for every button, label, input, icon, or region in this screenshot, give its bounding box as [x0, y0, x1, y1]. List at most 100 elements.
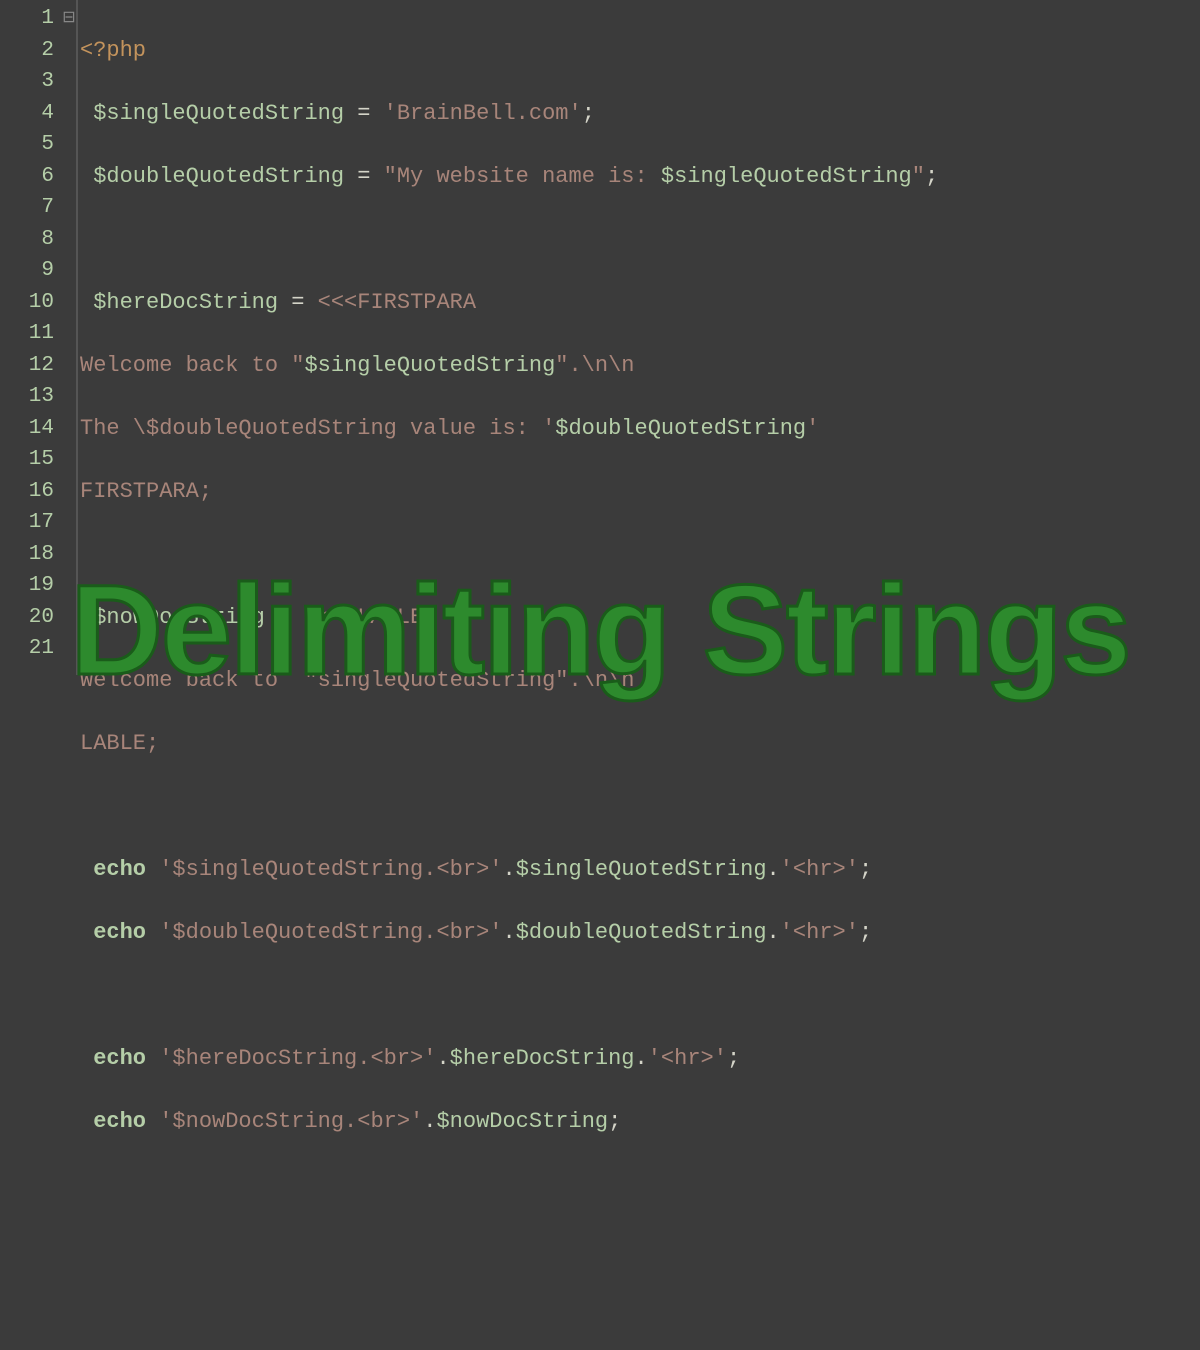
string-literal: '<hr>': [648, 1046, 727, 1071]
string-literal: '$singleQuotedString.<br>': [159, 857, 502, 882]
code-line: $doubleQuotedString = "My website name i…: [80, 161, 1200, 193]
code-line: [80, 224, 1200, 256]
variable: $singleQuotedString: [516, 857, 767, 882]
code-line: [80, 1295, 1200, 1327]
concat-operator: .: [423, 1109, 436, 1134]
heredoc-text: ".\n\n: [555, 353, 634, 378]
code-line: <?php: [80, 35, 1200, 67]
code-line: Welcome back to "$singleQuotedString".\n…: [80, 350, 1200, 382]
concat-operator: .: [502, 857, 515, 882]
line-number: 21: [0, 633, 54, 665]
space: [146, 1109, 159, 1134]
code-line: $singleQuotedString = 'BrainBell.com';: [80, 98, 1200, 130]
variable: $nowDocString: [93, 605, 265, 630]
operator: =: [344, 164, 384, 189]
space: [146, 1046, 159, 1071]
code-line: echo '$nowDocString.<br>'.$nowDocString;: [80, 1106, 1200, 1138]
line-number: 3: [0, 66, 54, 98]
string-literal: 'BrainBell.com': [384, 101, 582, 126]
variable: $doubleQuotedString: [516, 920, 767, 945]
code-area[interactable]: <?php $singleQuotedString = 'BrainBell.c…: [78, 0, 1200, 675]
line-number: 1: [0, 3, 54, 35]
fold-marker[interactable]: ⊟: [62, 3, 76, 35]
line-number: 10: [0, 287, 54, 319]
concat-operator: .: [767, 857, 780, 882]
php-open-tag: <?php: [80, 38, 146, 63]
code-line: echo '$hereDocString.<br>'.$hereDocStrin…: [80, 1043, 1200, 1075]
line-number: 12: [0, 350, 54, 382]
variable: $hereDocString: [93, 290, 278, 315]
string-literal: '$doubleQuotedString.<br>': [159, 920, 502, 945]
concat-operator: .: [767, 920, 780, 945]
heredoc-text: The \$doubleQuotedString value is: ': [80, 416, 555, 441]
code-line: Welcome back to "singleQuotedString".\n\…: [80, 665, 1200, 697]
operator: =: [344, 101, 384, 126]
code-line: $nowDocString = <<<'LABLE': [80, 602, 1200, 634]
code-line: LABLE;: [80, 728, 1200, 760]
keyword-echo: echo: [93, 1046, 146, 1071]
semicolon: ;: [582, 101, 595, 126]
line-number: 8: [0, 224, 54, 256]
variable: $hereDocString: [450, 1046, 635, 1071]
code-line: [80, 980, 1200, 1012]
string-literal: '$hereDocString.<br>': [159, 1046, 436, 1071]
code-line: $hereDocString = <<<FIRSTPARA: [80, 287, 1200, 319]
string-literal: ": [912, 164, 925, 189]
code-line: echo '$doubleQuotedString.<br>'.$doubleQ…: [80, 917, 1200, 949]
string-interpolation: $singleQuotedString: [661, 164, 912, 189]
heredoc-text: Welcome back to ": [80, 353, 304, 378]
line-number-gutter: 123456789101112131415161718192021: [0, 0, 62, 675]
variable: $singleQuotedString: [93, 101, 344, 126]
concat-operator: .: [635, 1046, 648, 1071]
semicolon: ;: [925, 164, 938, 189]
string-interpolation: $doubleQuotedString: [555, 416, 806, 441]
code-line: [80, 539, 1200, 571]
line-number: 17: [0, 507, 54, 539]
line-number: 19: [0, 570, 54, 602]
line-number: 9: [0, 255, 54, 287]
line-number: 7: [0, 192, 54, 224]
heredoc-end: FIRSTPARA;: [80, 479, 212, 504]
code-line: FIRSTPARA;: [80, 476, 1200, 508]
nowdoc-end: LABLE;: [80, 731, 159, 756]
semicolon: ;: [859, 857, 872, 882]
keyword-echo: echo: [93, 857, 146, 882]
variable: $nowDocString: [436, 1109, 608, 1134]
string-literal: "My website name is:: [384, 164, 661, 189]
variable: $doubleQuotedString: [93, 164, 344, 189]
semicolon: ;: [727, 1046, 740, 1071]
fold-column: ⊟: [62, 0, 76, 675]
heredoc-open: <<<FIRSTPARA: [318, 290, 476, 315]
code-editor: 123456789101112131415161718192021 ⊟ <?ph…: [0, 0, 1200, 675]
heredoc-text: ': [806, 416, 819, 441]
line-number: 16: [0, 476, 54, 508]
keyword-echo: echo: [93, 920, 146, 945]
nowdoc-text: Welcome back to "singleQuotedString".\n\…: [80, 668, 635, 693]
code-line: [80, 1232, 1200, 1264]
nowdoc-open: <<<'LABLE': [304, 605, 436, 630]
space: [146, 920, 159, 945]
code-line: [80, 1169, 1200, 1201]
line-number: 14: [0, 413, 54, 445]
operator: =: [265, 605, 305, 630]
string-interpolation: $singleQuotedString: [304, 353, 555, 378]
line-number: 13: [0, 381, 54, 413]
line-number: 20: [0, 602, 54, 634]
string-literal: '$nowDocString.<br>': [159, 1109, 423, 1134]
string-literal: '<hr>': [780, 920, 859, 945]
string-literal: '<hr>': [780, 857, 859, 882]
line-number: 11: [0, 318, 54, 350]
line-number: 6: [0, 161, 54, 193]
line-number: 18: [0, 539, 54, 571]
concat-operator: .: [502, 920, 515, 945]
code-line: [80, 791, 1200, 823]
line-number: 15: [0, 444, 54, 476]
operator: =: [278, 290, 318, 315]
space: [146, 857, 159, 882]
keyword-echo: echo: [93, 1109, 146, 1134]
semicolon: ;: [859, 920, 872, 945]
code-line: The \$doubleQuotedString value is: '$dou…: [80, 413, 1200, 445]
semicolon: ;: [608, 1109, 621, 1134]
code-line: echo '$singleQuotedString.<br>'.$singleQ…: [80, 854, 1200, 886]
line-number: 2: [0, 35, 54, 67]
